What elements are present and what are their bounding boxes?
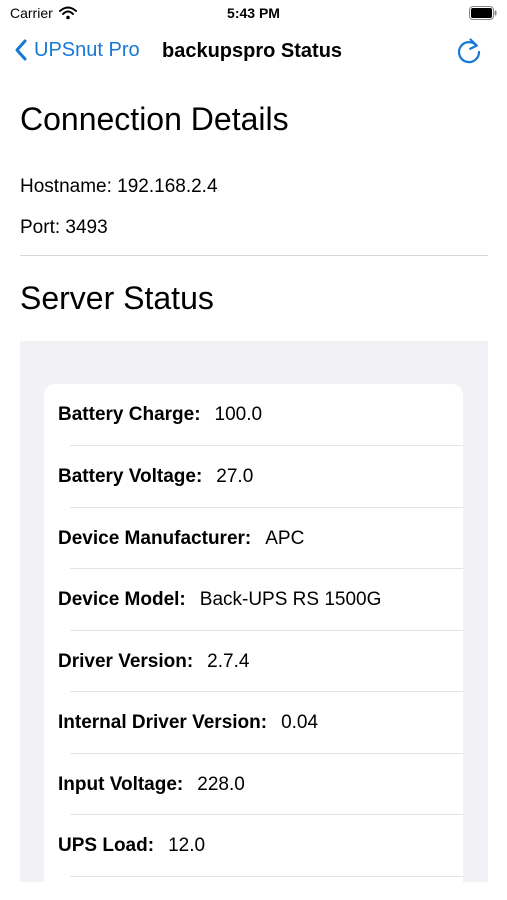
row-value: 228.0 xyxy=(197,773,245,795)
row-value: 0.04 xyxy=(281,711,319,733)
server-status-heading: Server Status xyxy=(20,280,214,316)
status-row-device-model: Device Model: Back-UPS RS 1500G xyxy=(58,569,463,630)
back-label: UPSnut Pro xyxy=(34,38,140,61)
status-row-battery-charge: Battery Charge: 100.0 xyxy=(58,384,463,445)
row-label: Internal Driver Version: xyxy=(58,711,268,733)
port-text: Port: 3493 xyxy=(20,217,108,238)
row-label: Device Manufacturer: xyxy=(58,527,252,549)
server-status-list[interactable]: Battery Charge: 100.0 Battery Voltage: 2… xyxy=(44,384,463,882)
status-row-driver-version: Driver Version: 2.7.4 xyxy=(58,631,463,692)
chevron-left-icon xyxy=(15,39,27,61)
status-row-battery-voltage: Battery Voltage: 27.0 xyxy=(58,446,463,507)
clock: 5:43 PM xyxy=(227,5,280,21)
row-value: 27.0 xyxy=(216,465,254,487)
hostname-text: Hostname: 192.168.2.4 xyxy=(20,176,218,197)
back-button[interactable]: UPSnut Pro xyxy=(14,38,140,62)
row-label: UPS Load: xyxy=(58,834,155,856)
row-value: APC xyxy=(265,527,305,549)
server-status-panel: Battery Charge: 100.0 Battery Voltage: 2… xyxy=(20,341,488,882)
status-row-internal-driver-version: Internal Driver Version: 0.04 xyxy=(58,692,463,753)
page-title: backupspro Status xyxy=(162,40,343,62)
row-label: Battery Charge: xyxy=(58,403,201,425)
row-separator xyxy=(70,876,463,877)
connection-details-heading: Connection Details xyxy=(20,101,289,137)
row-value: 2.7.4 xyxy=(207,650,250,672)
status-row-device-manufacturer: Device Manufacturer: APC xyxy=(58,508,463,569)
row-label: Battery Voltage: xyxy=(58,465,203,487)
status-row-ups-load: UPS Load: 12.0 xyxy=(58,815,463,876)
row-value: Back-UPS RS 1500G xyxy=(199,588,382,610)
row-label: Driver Version: xyxy=(58,650,194,672)
row-value: 12.0 xyxy=(168,834,206,856)
navigation-bar: UPSnut Pro backupspro Status xyxy=(0,28,507,78)
divider xyxy=(20,255,488,256)
refresh-icon[interactable] xyxy=(453,36,485,68)
row-label: Device Model: xyxy=(58,588,186,610)
battery-icon xyxy=(469,6,497,20)
row-label: Input Voltage: xyxy=(58,773,184,795)
status-row-input-voltage: Input Voltage: 228.0 xyxy=(58,754,463,815)
row-value: 100.0 xyxy=(214,403,263,425)
status-bar: Carrier 5:43 PM xyxy=(0,0,507,28)
